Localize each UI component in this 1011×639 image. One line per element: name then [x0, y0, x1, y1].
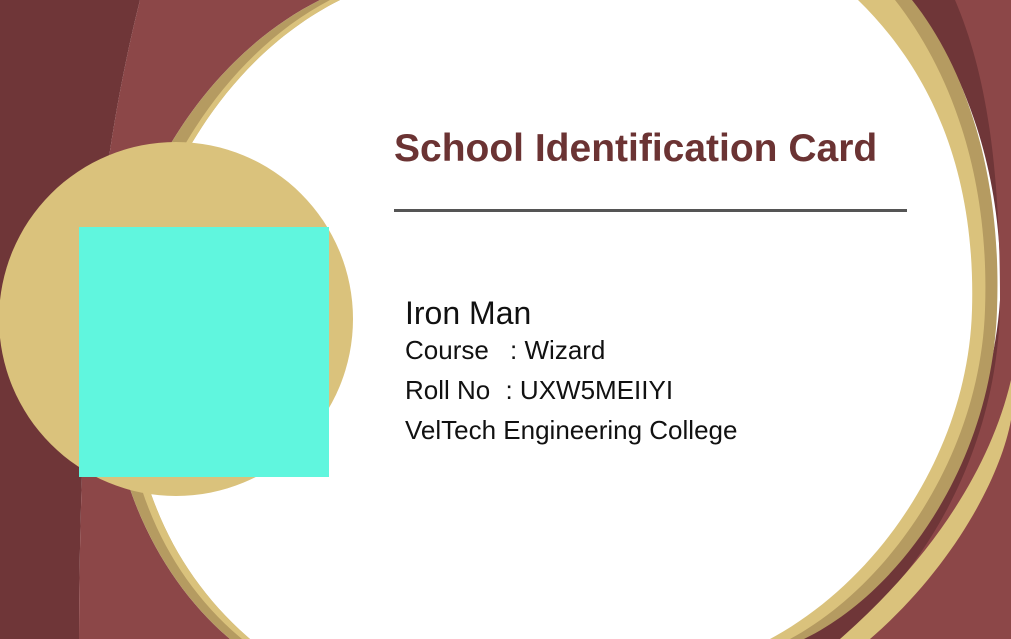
course-value: Wizard [524, 335, 606, 365]
course-label: Course [405, 335, 489, 365]
roll-label: Roll No [405, 375, 491, 405]
roll-row: Roll No : UXW5MEIIYI [405, 374, 673, 406]
photo-placeholder [79, 227, 329, 477]
title-divider [394, 209, 907, 212]
college-name: VelTech Engineering College [405, 415, 738, 445]
card-title: School Identification Card [394, 127, 878, 170]
student-name: Iron Man [405, 295, 532, 331]
roll-separator: : [498, 375, 520, 405]
id-card: School Identification Card Iron Man Cour… [0, 0, 1011, 639]
course-row: Course : Wizard [405, 334, 605, 366]
course-separator: : [502, 335, 525, 365]
roll-value: UXW5MEIIYI [519, 375, 674, 405]
